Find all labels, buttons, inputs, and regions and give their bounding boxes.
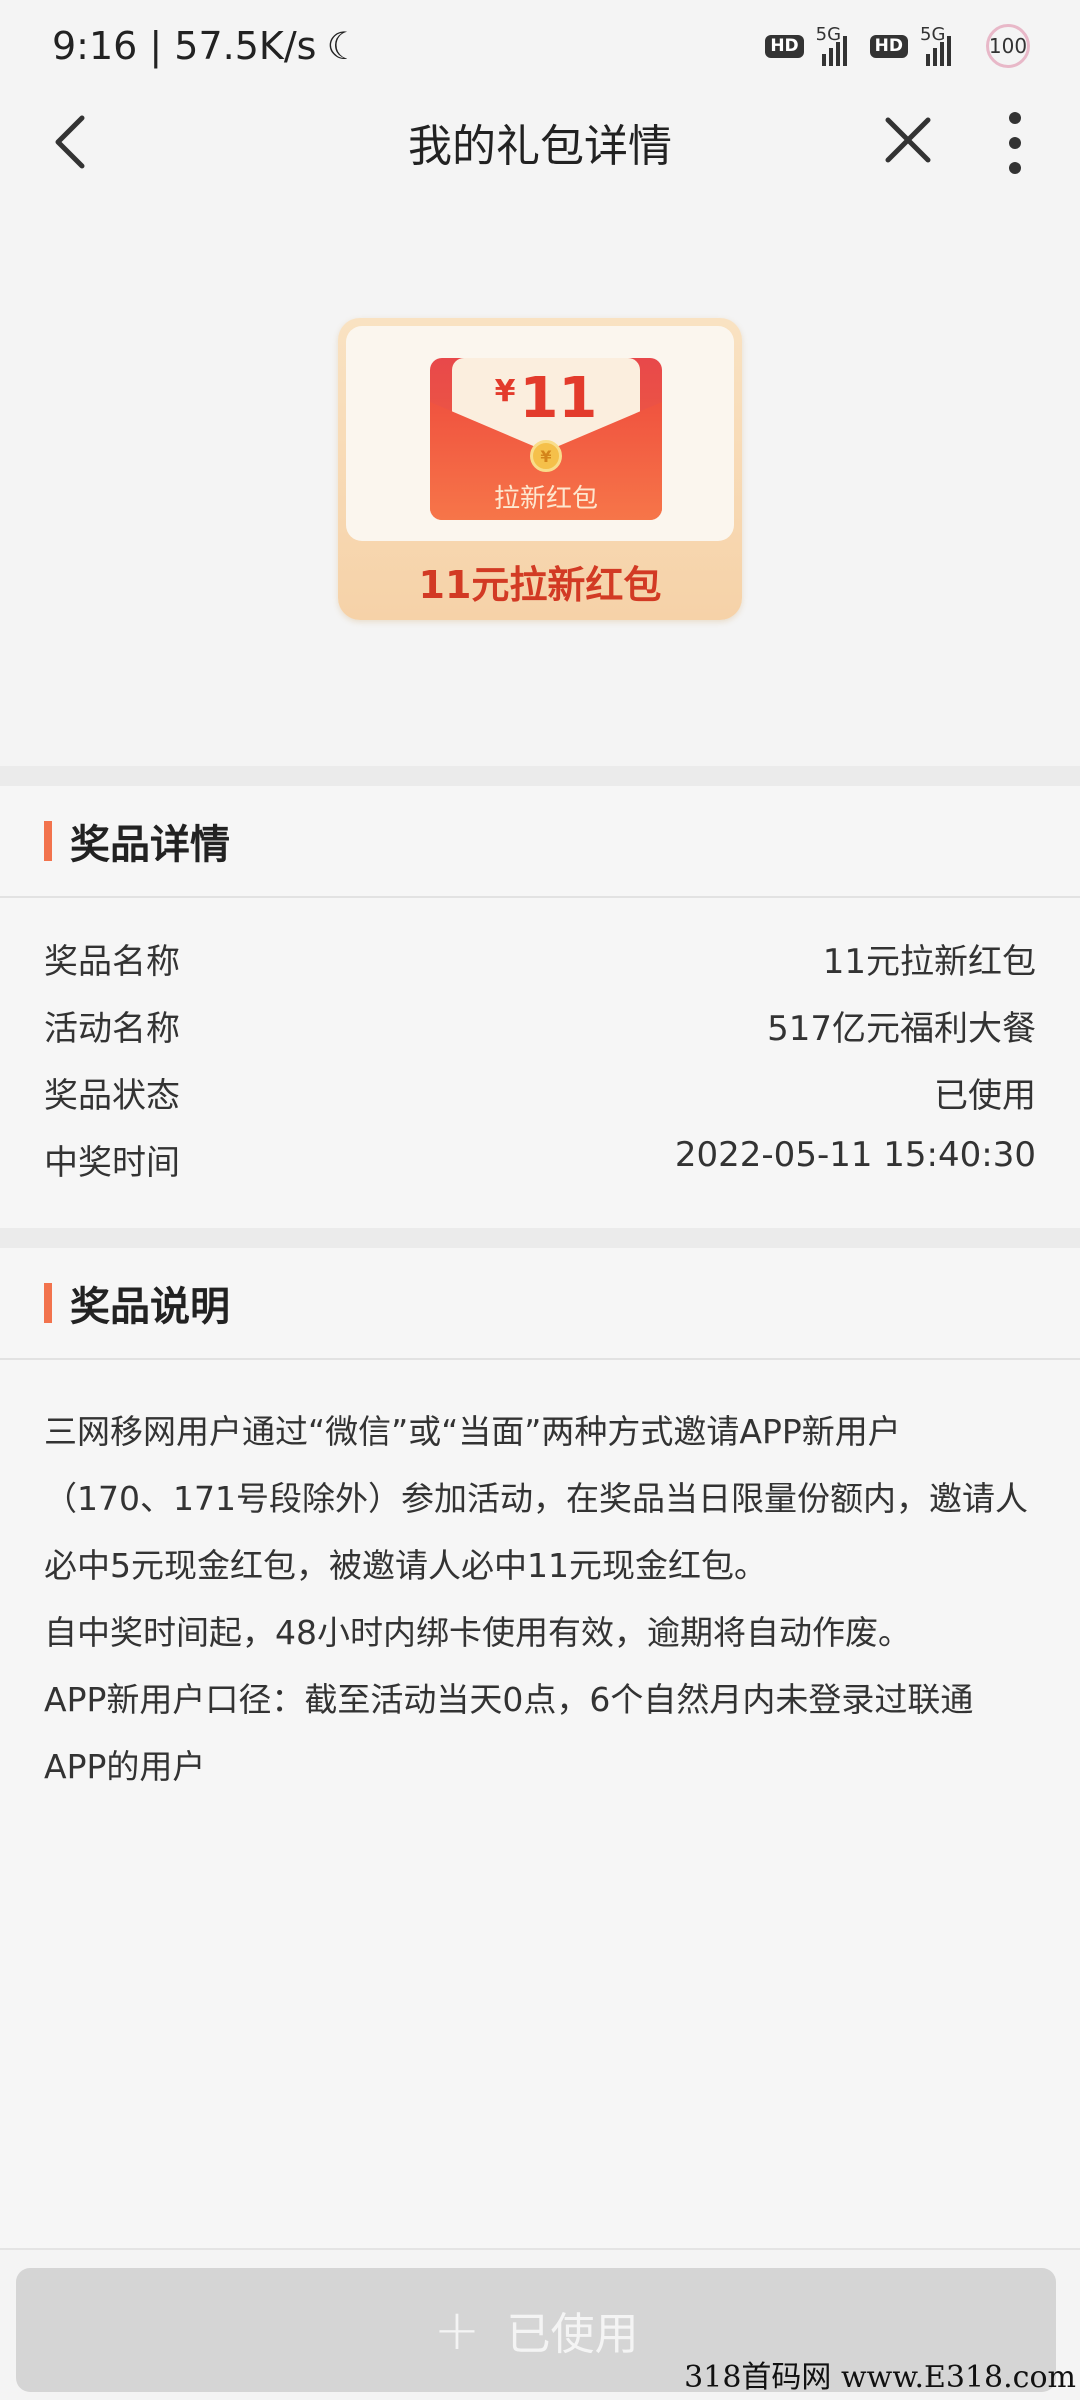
description-line: APP的用户 bbox=[44, 1747, 206, 1786]
battery-icon: 100 bbox=[986, 24, 1030, 68]
detail-row: 中奖时间 2022-05-11 15:40:30 bbox=[44, 1135, 1036, 1202]
detail-row: 活动名称 517亿元福利大餐 bbox=[44, 1001, 1036, 1068]
description-body: 三网移网用户通过“微信”或“当面”两种方式邀请APP新用户 （170、171号段… bbox=[0, 1360, 1080, 1800]
watermark: 318首码网 www.E318.com bbox=[684, 2360, 1076, 2395]
detail-value: 517亿元福利大餐 bbox=[767, 1009, 1036, 1049]
section-title: 奖品说明 bbox=[70, 1284, 230, 1330]
detail-value: 已使用 bbox=[934, 1076, 1036, 1116]
hd-badge-1: HD bbox=[765, 34, 804, 58]
section-title: 奖品详情 bbox=[70, 822, 230, 868]
section-divider bbox=[0, 766, 1080, 786]
currency-symbol: ¥ bbox=[494, 374, 516, 409]
prize-description-section: 奖品说明 三网移网用户通过“微信”或“当面”两种方式邀请APP新用户 （170、… bbox=[0, 1248, 1080, 2248]
detail-value: 2022-05-11 15:40:30 bbox=[674, 1135, 1036, 1175]
close-button[interactable] bbox=[878, 110, 938, 170]
close-icon bbox=[885, 117, 931, 163]
detail-value: 11元拉新红包 bbox=[822, 942, 1036, 982]
description-line: 必中5元现金红包，被邀请人必中11元现金红包。 bbox=[44, 1546, 767, 1585]
section-accent-bar bbox=[44, 1283, 52, 1323]
envelope-label: 拉新红包 bbox=[493, 484, 598, 514]
description-line: 三网移网用户通过“微信”或“当面”两种方式邀请APP新用户 bbox=[44, 1412, 901, 1451]
section-divider bbox=[0, 1228, 1080, 1248]
reward-title: 11元拉新红包 bbox=[418, 563, 662, 607]
network-type: 5G bbox=[815, 24, 842, 45]
back-button[interactable] bbox=[44, 112, 104, 172]
plus-icon: + bbox=[433, 2297, 481, 2363]
chevron-left-icon bbox=[55, 115, 85, 169]
signal-icon-2: 5G bbox=[920, 24, 962, 66]
section-header: 奖品说明 bbox=[0, 1248, 1080, 1360]
signal-icon: 5G bbox=[815, 24, 858, 66]
status-right: HD 5G HD 5G 100 bbox=[765, 24, 1030, 68]
detail-label: 奖品状态 bbox=[44, 1076, 180, 1116]
prize-details-section: 奖品详情 奖品名称 11元拉新红包 活动名称 517亿元福利大餐 奖品状态 已使… bbox=[0, 786, 1080, 1228]
reward-card-inner: ¥11 ¥ 拉新红包 bbox=[346, 326, 734, 541]
hd-badge-2: HD bbox=[869, 34, 908, 58]
status-left: 9:16 | 57.5K/s ☾ bbox=[52, 24, 361, 68]
section-header: 奖品详情 bbox=[0, 786, 1080, 898]
detail-label: 奖品名称 bbox=[44, 942, 180, 982]
description-line: 自中奖时间起，48小时内绑卡使用有效，逾期将自动作废。 bbox=[44, 1613, 911, 1652]
red-envelope-icon: ¥11 ¥ 拉新红包 bbox=[430, 358, 662, 520]
network-type-2: 5G bbox=[920, 24, 946, 45]
detail-list: 奖品名称 11元拉新红包 活动名称 517亿元福利大餐 奖品状态 已使用 中奖时… bbox=[0, 898, 1080, 1202]
description-line: （170、171号段除外）参加活动，在奖品当日限量份额内，邀请人 bbox=[44, 1479, 1028, 1518]
status-bar: 9:16 | 57.5K/s ☾ HD 5G HD 5G 100 bbox=[0, 0, 1080, 92]
detail-row: 奖品状态 已使用 bbox=[44, 1068, 1036, 1135]
detail-row: 奖品名称 11元拉新红包 bbox=[44, 934, 1036, 1001]
more-button[interactable] bbox=[990, 108, 1040, 178]
section-accent-bar bbox=[44, 821, 52, 861]
used-button-label: 已使用 bbox=[506, 2309, 639, 2360]
reward-card: ¥11 ¥ 拉新红包 11元拉新红包 bbox=[338, 318, 742, 620]
header: 我的礼包详情 bbox=[0, 92, 1080, 192]
detail-label: 中奖时间 bbox=[44, 1143, 180, 1183]
moon-icon: ☾ bbox=[326, 24, 361, 68]
page-title: 我的礼包详情 bbox=[408, 121, 672, 172]
detail-label: 活动名称 bbox=[44, 1009, 180, 1049]
time-speed: 9:16 | 57.5K/s bbox=[52, 24, 317, 68]
battery-level: 100 bbox=[988, 34, 1028, 58]
more-vertical-icon bbox=[1009, 112, 1021, 174]
description-line: APP新用户口径：截至活动当天0点，6个自然月内未登录过联通 bbox=[44, 1680, 974, 1719]
amount-value: 11 bbox=[519, 366, 598, 431]
coin-icon: ¥ bbox=[530, 440, 562, 472]
